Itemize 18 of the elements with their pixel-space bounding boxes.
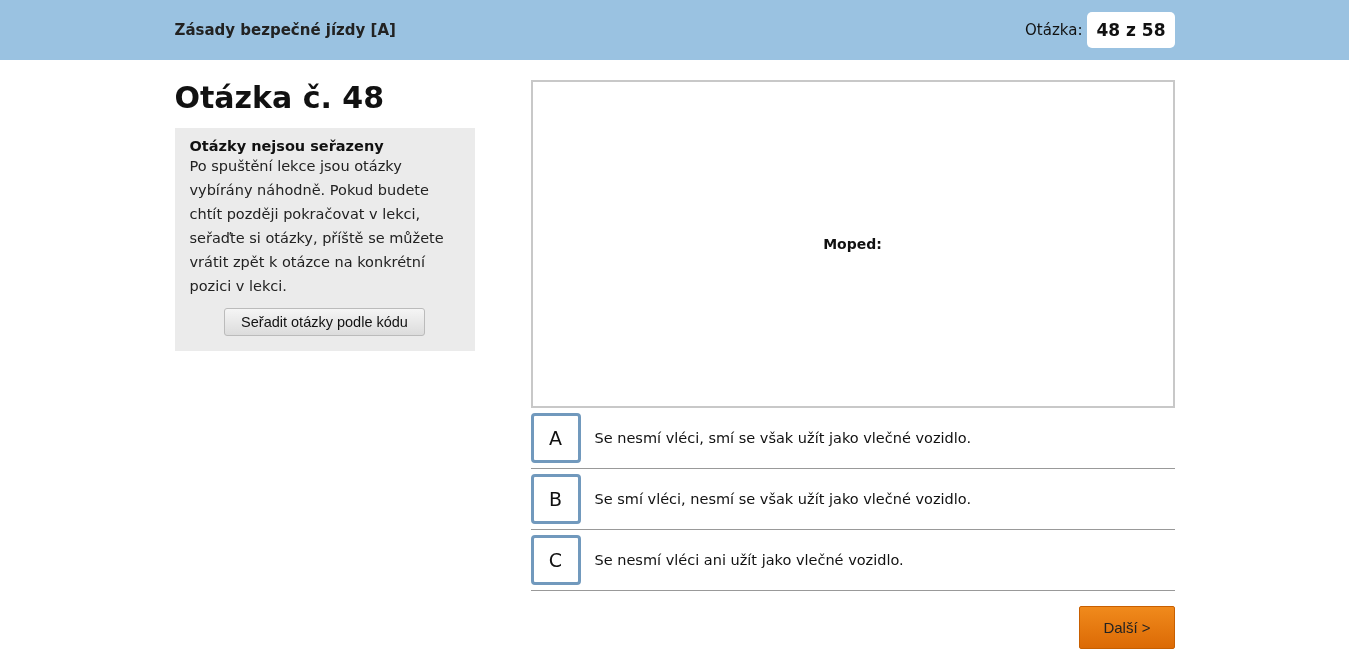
sort-button[interactable]: Seřadit otázky podle kódu <box>224 308 425 336</box>
answer-option[interactable]: A Se nesmí vléci, smí se však užít jako vlečné vozidlo. <box>530 408 1175 469</box>
counter-label: Otázka: <box>1025 21 1083 39</box>
answer-letter[interactable]: C <box>530 535 581 585</box>
question-counter: 48 z 58 <box>1087 12 1175 48</box>
lesson-title: Zásady bezpečné jízdy [A] <box>174 21 396 39</box>
next-button[interactable]: Další > <box>1079 606 1175 649</box>
info-text: Po spuštění lekce jsou otázky vybírány náhodně. Pokud budete chtít později pokračovat v lekci, seřaďte si otázky, příště se můžete vrátit zpět k otázce na konkrétní pozici v lekci. <box>189 157 445 296</box>
answer-letter[interactable]: B <box>530 474 581 524</box>
answer-text: Se nesmí vléci ani užít jako vlečné vozidlo. <box>594 552 904 568</box>
question-heading: Otázka č. 48 <box>174 80 386 116</box>
answer-option[interactable]: C Se nesmí vléci ani užít jako vlečné vozidlo. <box>530 530 1175 591</box>
info-title: Otázky nejsou seřazeny <box>189 138 385 154</box>
answer-option[interactable]: B Se smí vléci, nesmí se však užít jako vlečné vozidlo. <box>530 469 1175 530</box>
answer-letter[interactable]: A <box>530 413 581 463</box>
question-text: Moped: <box>823 236 882 252</box>
answer-text: Se nesmí vléci, smí se však užít jako vlečné vozidlo. <box>594 430 971 446</box>
answer-text: Se smí vléci, nesmí se však užít jako vlečné vozidlo. <box>594 491 971 507</box>
